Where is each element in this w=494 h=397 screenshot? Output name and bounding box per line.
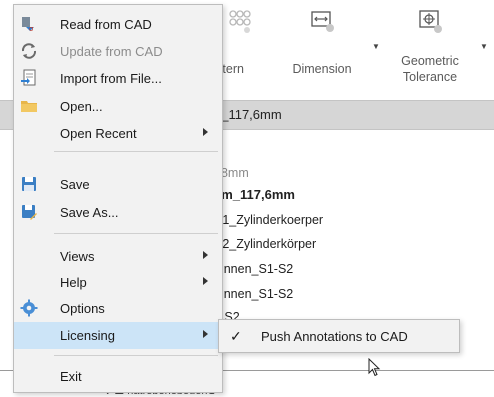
tree-item[interactable]: 0m_117,6mm xyxy=(214,187,295,202)
menu-item-label: Views xyxy=(60,249,95,264)
mouse-cursor-icon xyxy=(368,358,381,377)
import-file-icon xyxy=(21,69,36,86)
geometric-tolerance-icon xyxy=(419,10,442,33)
menu-item-import-from-file[interactable]: Import from File... xyxy=(14,65,222,92)
pattern-icon xyxy=(229,10,251,33)
submenu-arrow-icon xyxy=(203,330,208,338)
menu-item-label: Licensing xyxy=(60,328,115,343)
menu-item-label: Read from CAD xyxy=(60,17,152,32)
submenu-arrow-icon xyxy=(203,251,208,259)
dimension-icon xyxy=(311,11,334,32)
menu-item-label: Import from File... xyxy=(60,71,162,86)
menu-item-label: Options xyxy=(60,301,105,316)
menu-item-label: Exit xyxy=(60,369,82,384)
menu-item-label: Open Recent xyxy=(60,126,137,141)
menu-item-label: Update from CAD xyxy=(60,44,163,59)
checkmark-icon: ✓ xyxy=(230,328,242,344)
menu-separator xyxy=(54,355,218,356)
menu-item-label: Save As... xyxy=(60,205,119,220)
submenu-arrow-icon xyxy=(203,277,208,285)
dimension-label: Dimension xyxy=(292,62,352,76)
submenu-arrow-icon xyxy=(203,128,208,136)
save-as-icon xyxy=(22,205,37,220)
geometric-tolerance-label-line2: Tolerance xyxy=(402,70,458,84)
document-title: n_117,6mm xyxy=(214,107,282,122)
menu-item-read-from-cad[interactable]: σ Read from CAD xyxy=(14,11,222,38)
menu-item-save-as[interactable]: Save As... xyxy=(14,199,222,226)
licensing-submenu: ✓ Push Annotations to CAD xyxy=(218,319,460,353)
save-icon xyxy=(22,177,36,191)
geometric-tolerance-dropdown-icon[interactable]: ▼ xyxy=(480,42,488,51)
tree-item[interactable]: S2_Zylinderkörper xyxy=(214,237,316,251)
menu-item-label: Help xyxy=(60,275,87,290)
dimension-button[interactable]: Dimension xyxy=(278,0,366,96)
menu-item-label: Open... xyxy=(60,99,103,114)
menu-item-update-from-cad[interactable]: Update from CAD xyxy=(14,38,222,65)
menu-item-open-recent[interactable]: Open Recent xyxy=(14,120,222,147)
gear-icon xyxy=(20,299,38,317)
tree-item[interactable]: _innen_S1-S2 xyxy=(214,262,293,276)
read-cad-icon: σ xyxy=(22,17,34,33)
file-menu: σ Read from CAD Update from CAD Import f… xyxy=(13,4,223,393)
svg-text:σ: σ xyxy=(29,25,34,33)
geometric-tolerance-button[interactable]: Geometric Tolerance xyxy=(384,0,476,96)
geometric-tolerance-label-line1: Geometric xyxy=(401,54,459,68)
update-cad-icon xyxy=(21,43,37,59)
folder-icon xyxy=(21,101,37,112)
menu-item-help[interactable]: Help xyxy=(14,269,222,296)
menu-item-label: Save xyxy=(60,177,90,192)
menu-item-label: Push Annotations to CAD xyxy=(261,329,408,344)
menu-item-views[interactable]: Views xyxy=(14,243,222,270)
menu-item-open[interactable]: Open... xyxy=(14,93,222,120)
menu-item-exit[interactable]: Exit xyxy=(14,363,222,390)
menu-item-push-annotations-to-cad[interactable]: ✓ Push Annotations to CAD xyxy=(221,322,457,350)
menu-separator xyxy=(54,233,218,234)
dimension-dropdown-icon[interactable]: ▼ xyxy=(372,42,380,51)
menu-item-options[interactable]: Options xyxy=(14,295,222,322)
tree-item[interactable]: _innen_S1-S2 xyxy=(214,287,293,301)
tree-item[interactable]: S1_Zylinderkoerper xyxy=(214,213,323,227)
menu-item-save[interactable]: Save xyxy=(14,171,222,198)
menu-item-licensing[interactable]: Licensing xyxy=(14,322,222,349)
menu-separator xyxy=(54,151,218,152)
